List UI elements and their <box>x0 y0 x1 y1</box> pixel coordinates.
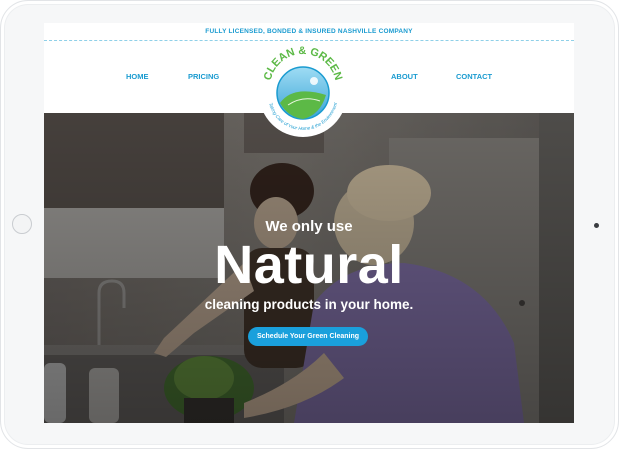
website-screen: FULLY LICENSED, BONDED & INSURED NASHVIL… <box>44 23 574 423</box>
schedule-cleaning-button[interactable]: Schedule Your Green Cleaning <box>248 327 368 346</box>
hero-heading: Natural <box>214 235 404 295</box>
license-banner: FULLY LICENSED, BONDED & INSURED NASHVIL… <box>44 23 574 41</box>
nav-pricing-link[interactable]: PRICING <box>188 72 219 81</box>
nav-about-link[interactable]: ABOUT <box>391 72 418 81</box>
license-banner-text: FULLY LICENSED, BONDED & INSURED NASHVIL… <box>205 28 413 35</box>
nav-contact-link[interactable]: CONTACT <box>456 72 492 81</box>
hero-description: cleaning products in your home. <box>204 297 414 312</box>
tablet-frame: FULLY LICENSED, BONDED & INSURED NASHVIL… <box>0 0 619 449</box>
nav-home-link[interactable]: HOME <box>126 72 149 81</box>
tablet-camera <box>594 223 599 228</box>
tablet-home-button[interactable] <box>12 214 32 234</box>
clean-and-green-logo[interactable]: CLEAN & GREEN Taking Care of Your Home &… <box>258 45 348 139</box>
hero-text-block: We only use Natural cleaning products in… <box>44 113 574 423</box>
hero-section: We only use Natural cleaning products in… <box>44 113 574 423</box>
hero-subheading: We only use <box>265 218 353 235</box>
